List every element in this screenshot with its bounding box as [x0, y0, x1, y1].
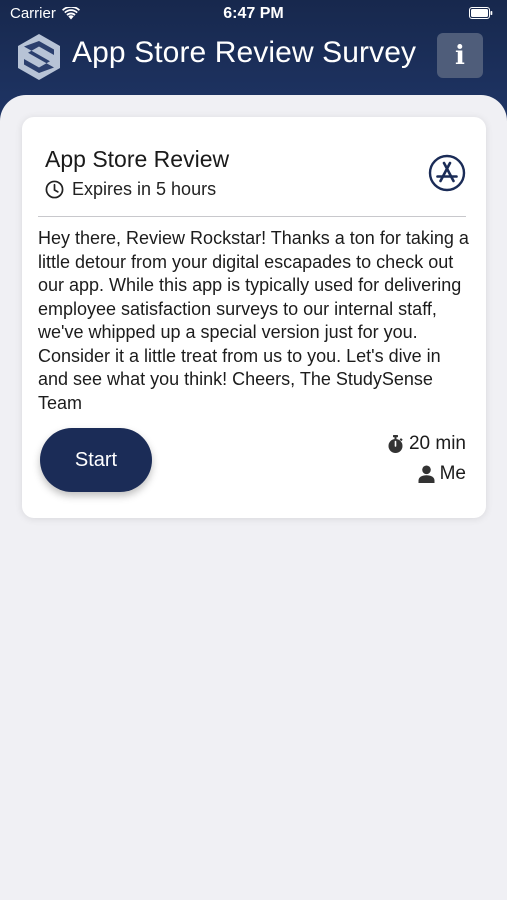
person-icon — [418, 465, 435, 483]
expiry-row: Expires in 5 hours — [45, 179, 216, 200]
battery-icon — [469, 7, 493, 19]
clock-icon — [45, 180, 64, 199]
studysense-logo-icon — [18, 34, 60, 80]
stopwatch-icon — [388, 434, 403, 453]
app-store-icon — [428, 154, 466, 192]
start-button[interactable]: Start — [40, 428, 152, 492]
status-time: 6:47 PM — [223, 5, 284, 22]
assignee-row: Me — [418, 463, 466, 485]
assignee-label: Me — [439, 463, 466, 484]
duration-label: 20 min — [408, 433, 466, 454]
card-divider — [38, 216, 466, 217]
survey-card: App Store Review Expires in 5 hours Hey … — [22, 117, 486, 518]
survey-description: Hey there, Review Rockstar! Thanks a ton… — [38, 228, 469, 413]
expiry-label: Expires in 5 hours — [72, 179, 217, 199]
info-button[interactable]: i — [437, 33, 483, 78]
status-bar: Carrier 6:47 PM — [0, 0, 507, 28]
duration-row: 20 min — [387, 433, 466, 455]
info-icon: i — [455, 40, 465, 71]
page-title: App Store Review Survey — [72, 36, 417, 69]
survey-title: App Store Review — [45, 146, 230, 172]
